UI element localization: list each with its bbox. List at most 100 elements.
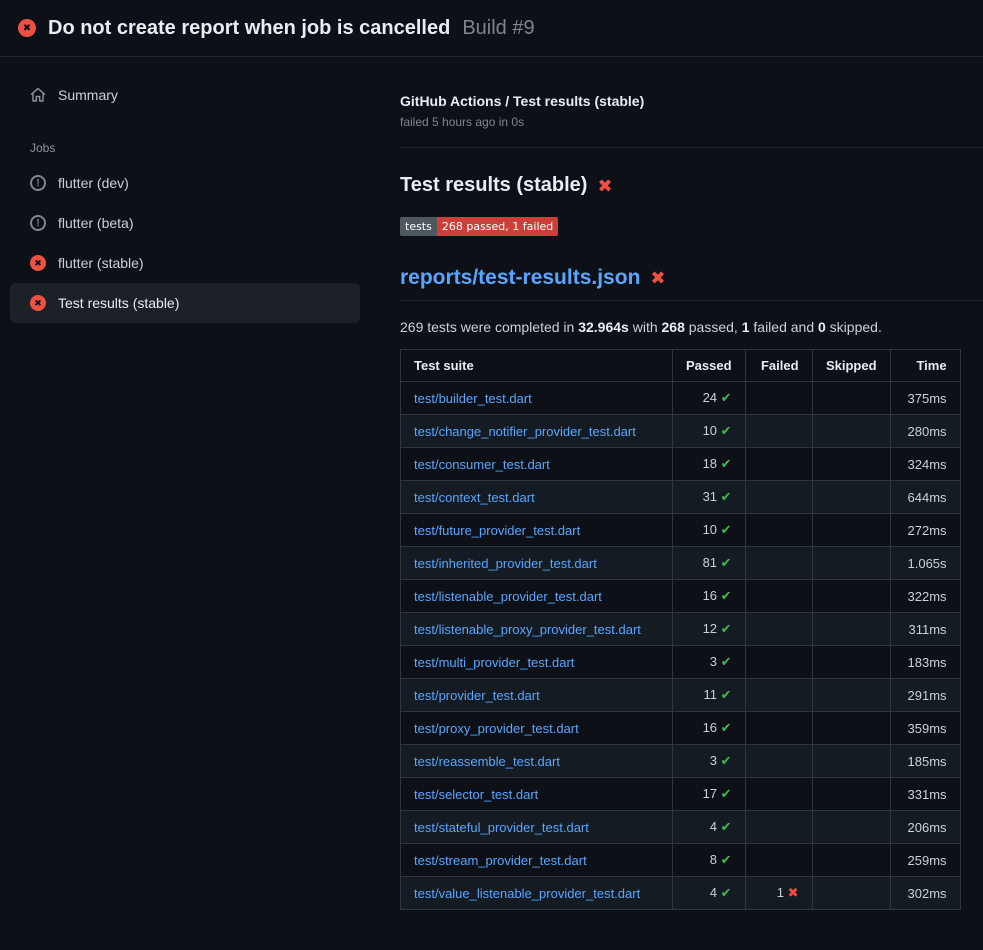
test-suite-link[interactable]: test/context_test.dart [414, 490, 535, 505]
failed-cell [745, 448, 812, 481]
home-icon [30, 87, 46, 103]
failed-cell [745, 811, 812, 844]
sidebar-item-job[interactable]: ✖ Test results (stable) [10, 283, 360, 323]
sidebar-item-job[interactable]: ! flutter (dev) [10, 163, 360, 203]
job-label: flutter (beta) [58, 215, 133, 231]
test-suite-link[interactable]: test/selector_test.dart [414, 787, 538, 802]
failed-cell [745, 481, 812, 514]
report-file-link[interactable]: reports/test-results.json [400, 266, 640, 290]
test-suite-cell: test/value_listenable_provider_test.dart [401, 877, 673, 910]
results-table-body: test/builder_test.dart24 ✔375mstest/chan… [401, 382, 961, 910]
test-suite-cell: test/stream_provider_test.dart [401, 844, 673, 877]
build-header: ✖ Do not create report when job is cance… [0, 0, 983, 57]
table-row: test/change_notifier_provider_test.dart 1… [401, 415, 961, 448]
x-circle-icon: ✖ [18, 19, 36, 37]
passed-cell: 11 ✔ [673, 679, 746, 712]
time-cell: 183ms [890, 646, 960, 679]
passed-cell: 16 ✔ [673, 580, 746, 613]
sidebar-item-job[interactable]: ! flutter (beta) [10, 203, 360, 243]
failed-cell [745, 547, 812, 580]
skipped-cell [812, 415, 890, 448]
job-label: flutter (stable) [58, 255, 144, 271]
check-icon: ✔ [721, 555, 732, 570]
passed-cell: 81 ✔ [673, 547, 746, 580]
test-suite-cell: test/provider_test.dart [401, 679, 673, 712]
table-row: test/consumer_test.dart18 ✔324ms [401, 448, 961, 481]
check-icon: ✔ [721, 522, 732, 537]
check-icon: ✔ [721, 753, 732, 768]
skipped-cell [812, 448, 890, 481]
badge-value: 268 passed, 1 failed [437, 217, 558, 236]
check-icon: ✔ [721, 456, 732, 471]
x-icon: ✖ [788, 885, 799, 900]
check-run-title: Test results (stable) [400, 174, 587, 197]
time-cell: 272ms [890, 514, 960, 547]
test-suite-link[interactable]: test/proxy_provider_test.dart [414, 721, 579, 736]
passed-cell: 4 ✔ [673, 811, 746, 844]
table-row: test/inherited_provider_test.dart 81 ✔ 1.0… [401, 547, 961, 580]
failed-x-icon: ✖ [650, 269, 665, 287]
time-cell: 322ms [890, 580, 960, 613]
col-header-test-suite: Test suite [401, 350, 673, 382]
check-icon: ✔ [721, 390, 732, 405]
table-row: test/reassemble_test.dart3 ✔185ms [401, 745, 961, 778]
test-suite-link[interactable]: test/value_listenable_provider_test.dart [414, 886, 640, 901]
test-suite-cell: test/proxy_provider_test.dart [401, 712, 673, 745]
test-suite-link[interactable]: test/builder_test.dart [414, 391, 532, 406]
test-suite-cell: test/future_provider_test.dart [401, 514, 673, 547]
passed-cell: 31 ✔ [673, 481, 746, 514]
check-icon: ✔ [721, 588, 732, 603]
failed-cell [745, 712, 812, 745]
sidebar-item-job[interactable]: ✖flutter (stable) [10, 243, 360, 283]
passed-cell: 10 ✔ [673, 415, 746, 448]
time-cell: 291ms [890, 679, 960, 712]
test-suite-link[interactable]: test/change_notifier_provider_test.dart [414, 424, 636, 439]
table-row: test/listenable_proxy_provider_test.dart… [401, 613, 961, 646]
job-label: Test results (stable) [58, 295, 179, 311]
check-icon: ✔ [721, 423, 732, 438]
test-suite-link[interactable]: test/stream_provider_test.dart [414, 853, 587, 868]
test-suite-link[interactable]: test/listenable_proxy_provider_test.dart [414, 622, 641, 637]
skipped-cell [812, 811, 890, 844]
passed-cell: 24 ✔ [673, 382, 746, 415]
skipped-cell [812, 613, 890, 646]
failed-cell: 1 ✖ [745, 877, 812, 910]
test-suite-link[interactable]: test/reassemble_test.dart [414, 754, 560, 769]
failed-cell [745, 844, 812, 877]
x-circle-icon: ✖ [30, 295, 46, 311]
divider [400, 147, 983, 148]
main-content: GitHub Actions / Test results (stable) f… [370, 57, 983, 950]
alert-circle-icon: ! [30, 175, 46, 191]
time-cell: 302ms [890, 877, 960, 910]
test-results-table: Test suite Passed Failed Skipped Time te… [400, 349, 961, 910]
alert-circle-icon: ! [30, 215, 46, 231]
test-suite-link[interactable]: test/consumer_test.dart [414, 457, 550, 472]
test-suite-cell: test/reassemble_test.dart [401, 745, 673, 778]
job-label: flutter (dev) [58, 175, 129, 191]
time-cell: 375ms [890, 382, 960, 415]
test-suite-link[interactable]: test/inherited_provider_test.dart [414, 556, 597, 571]
sidebar-jobs: !flutter (dev)!flutter (beta)✖flutter (s… [0, 163, 370, 323]
test-suite-cell: test/selector_test.dart [401, 778, 673, 811]
sidebar-item-summary[interactable]: Summary [10, 75, 360, 115]
test-suite-cell: test/change_notifier_provider_test.dart [401, 415, 673, 448]
failed-cell [745, 580, 812, 613]
table-row: test/context_test.dart 31 ✔ 644ms [401, 481, 961, 514]
badge-label: tests [400, 217, 437, 236]
test-suite-link[interactable]: test/provider_test.dart [414, 688, 540, 703]
check-icon: ✔ [721, 885, 732, 900]
test-suite-cell: test/stateful_provider_test.dart [401, 811, 673, 844]
time-cell: 1.065s [890, 547, 960, 580]
time-cell: 311ms [890, 613, 960, 646]
passed-cell: 16 ✔ [673, 712, 746, 745]
col-header-time: Time [890, 350, 960, 382]
run-meta: failed 5 hours ago in 0s [400, 115, 983, 129]
test-suite-link[interactable]: test/stateful_provider_test.dart [414, 820, 589, 835]
skipped-cell [812, 778, 890, 811]
test-suite-link[interactable]: test/multi_provider_test.dart [414, 655, 574, 670]
failed-cell [745, 382, 812, 415]
time-cell: 644ms [890, 481, 960, 514]
test-suite-link[interactable]: test/future_provider_test.dart [414, 523, 580, 538]
test-suite-link[interactable]: test/listenable_provider_test.dart [414, 589, 602, 604]
failed-cell [745, 679, 812, 712]
